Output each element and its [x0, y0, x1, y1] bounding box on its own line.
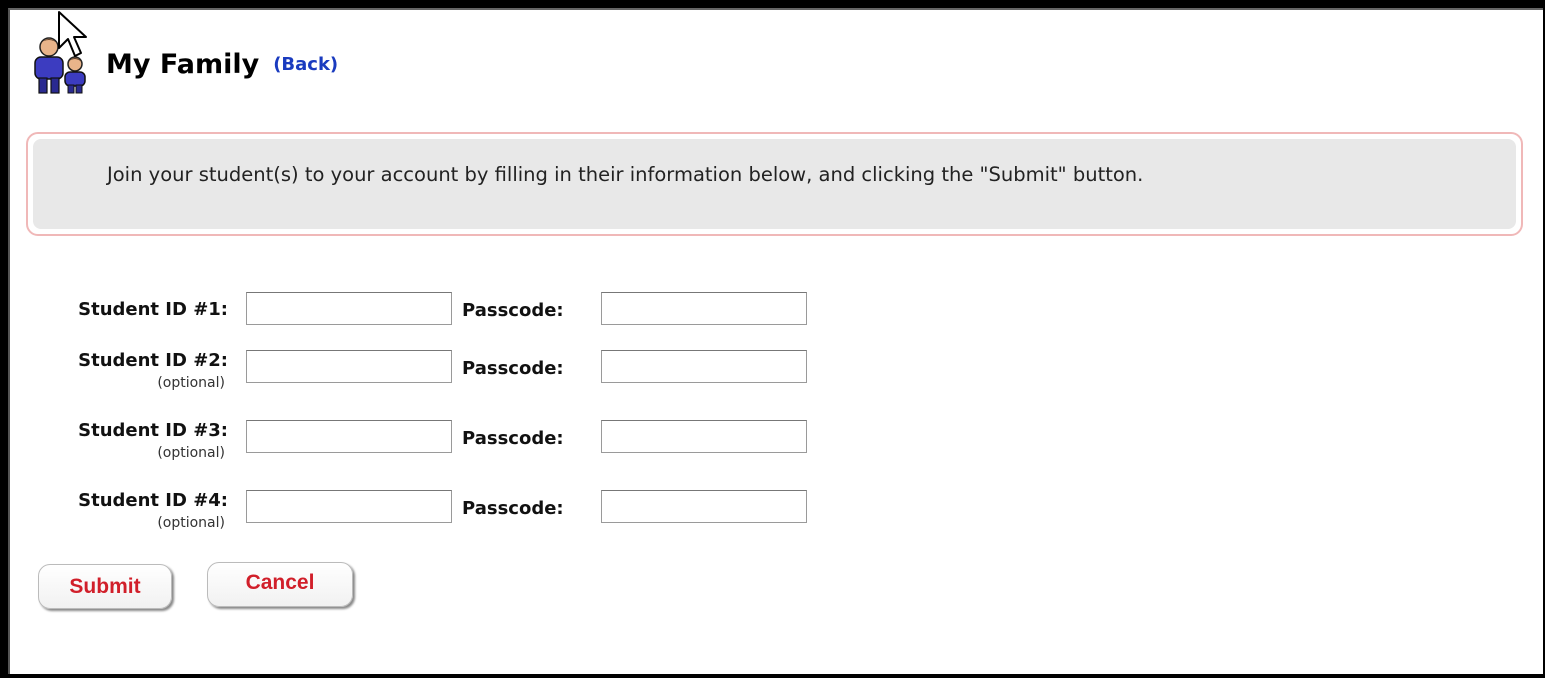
screen-frame: My Family (Back) Join your student(s) to… — [0, 0, 1545, 678]
passcode-label: Passcode: — [462, 498, 564, 519]
passcode-label: Passcode: — [462, 300, 564, 321]
info-text: Join your student(s) to your account by … — [107, 163, 1144, 186]
student-id-2-input[interactable] — [246, 350, 452, 383]
optional-note: (optional) — [157, 445, 225, 461]
student-id-label: Student ID #4: — [78, 490, 228, 511]
submit-button[interactable]: Submit — [38, 564, 172, 609]
passcode-label: Passcode: — [462, 428, 564, 449]
info-panel: Join your student(s) to your account by … — [33, 139, 1516, 229]
optional-note: (optional) — [157, 375, 225, 391]
back-link[interactable]: (Back) — [273, 54, 338, 75]
passcode-4-input[interactable] — [601, 490, 807, 523]
passcode-2-input[interactable] — [601, 350, 807, 383]
passcode-1-input[interactable] — [601, 292, 807, 325]
student-id-label: Student ID #3: — [78, 420, 228, 441]
info-box: Join your student(s) to your account by … — [26, 132, 1523, 236]
page: My Family (Back) Join your student(s) to… — [8, 8, 1543, 674]
passcode-3-input[interactable] — [601, 420, 807, 453]
mouse-pointer-icon — [58, 11, 87, 57]
student-id-3-input[interactable] — [246, 420, 452, 453]
cancel-button[interactable]: Cancel — [207, 562, 353, 607]
page-title: My Family — [106, 48, 260, 80]
optional-note: (optional) — [157, 515, 225, 531]
student-id-label: Student ID #2: — [78, 350, 228, 371]
student-id-1-input[interactable] — [246, 292, 452, 325]
student-id-label: Student ID #1: — [78, 299, 228, 320]
student-id-4-input[interactable] — [246, 490, 452, 523]
passcode-label: Passcode: — [462, 358, 564, 379]
